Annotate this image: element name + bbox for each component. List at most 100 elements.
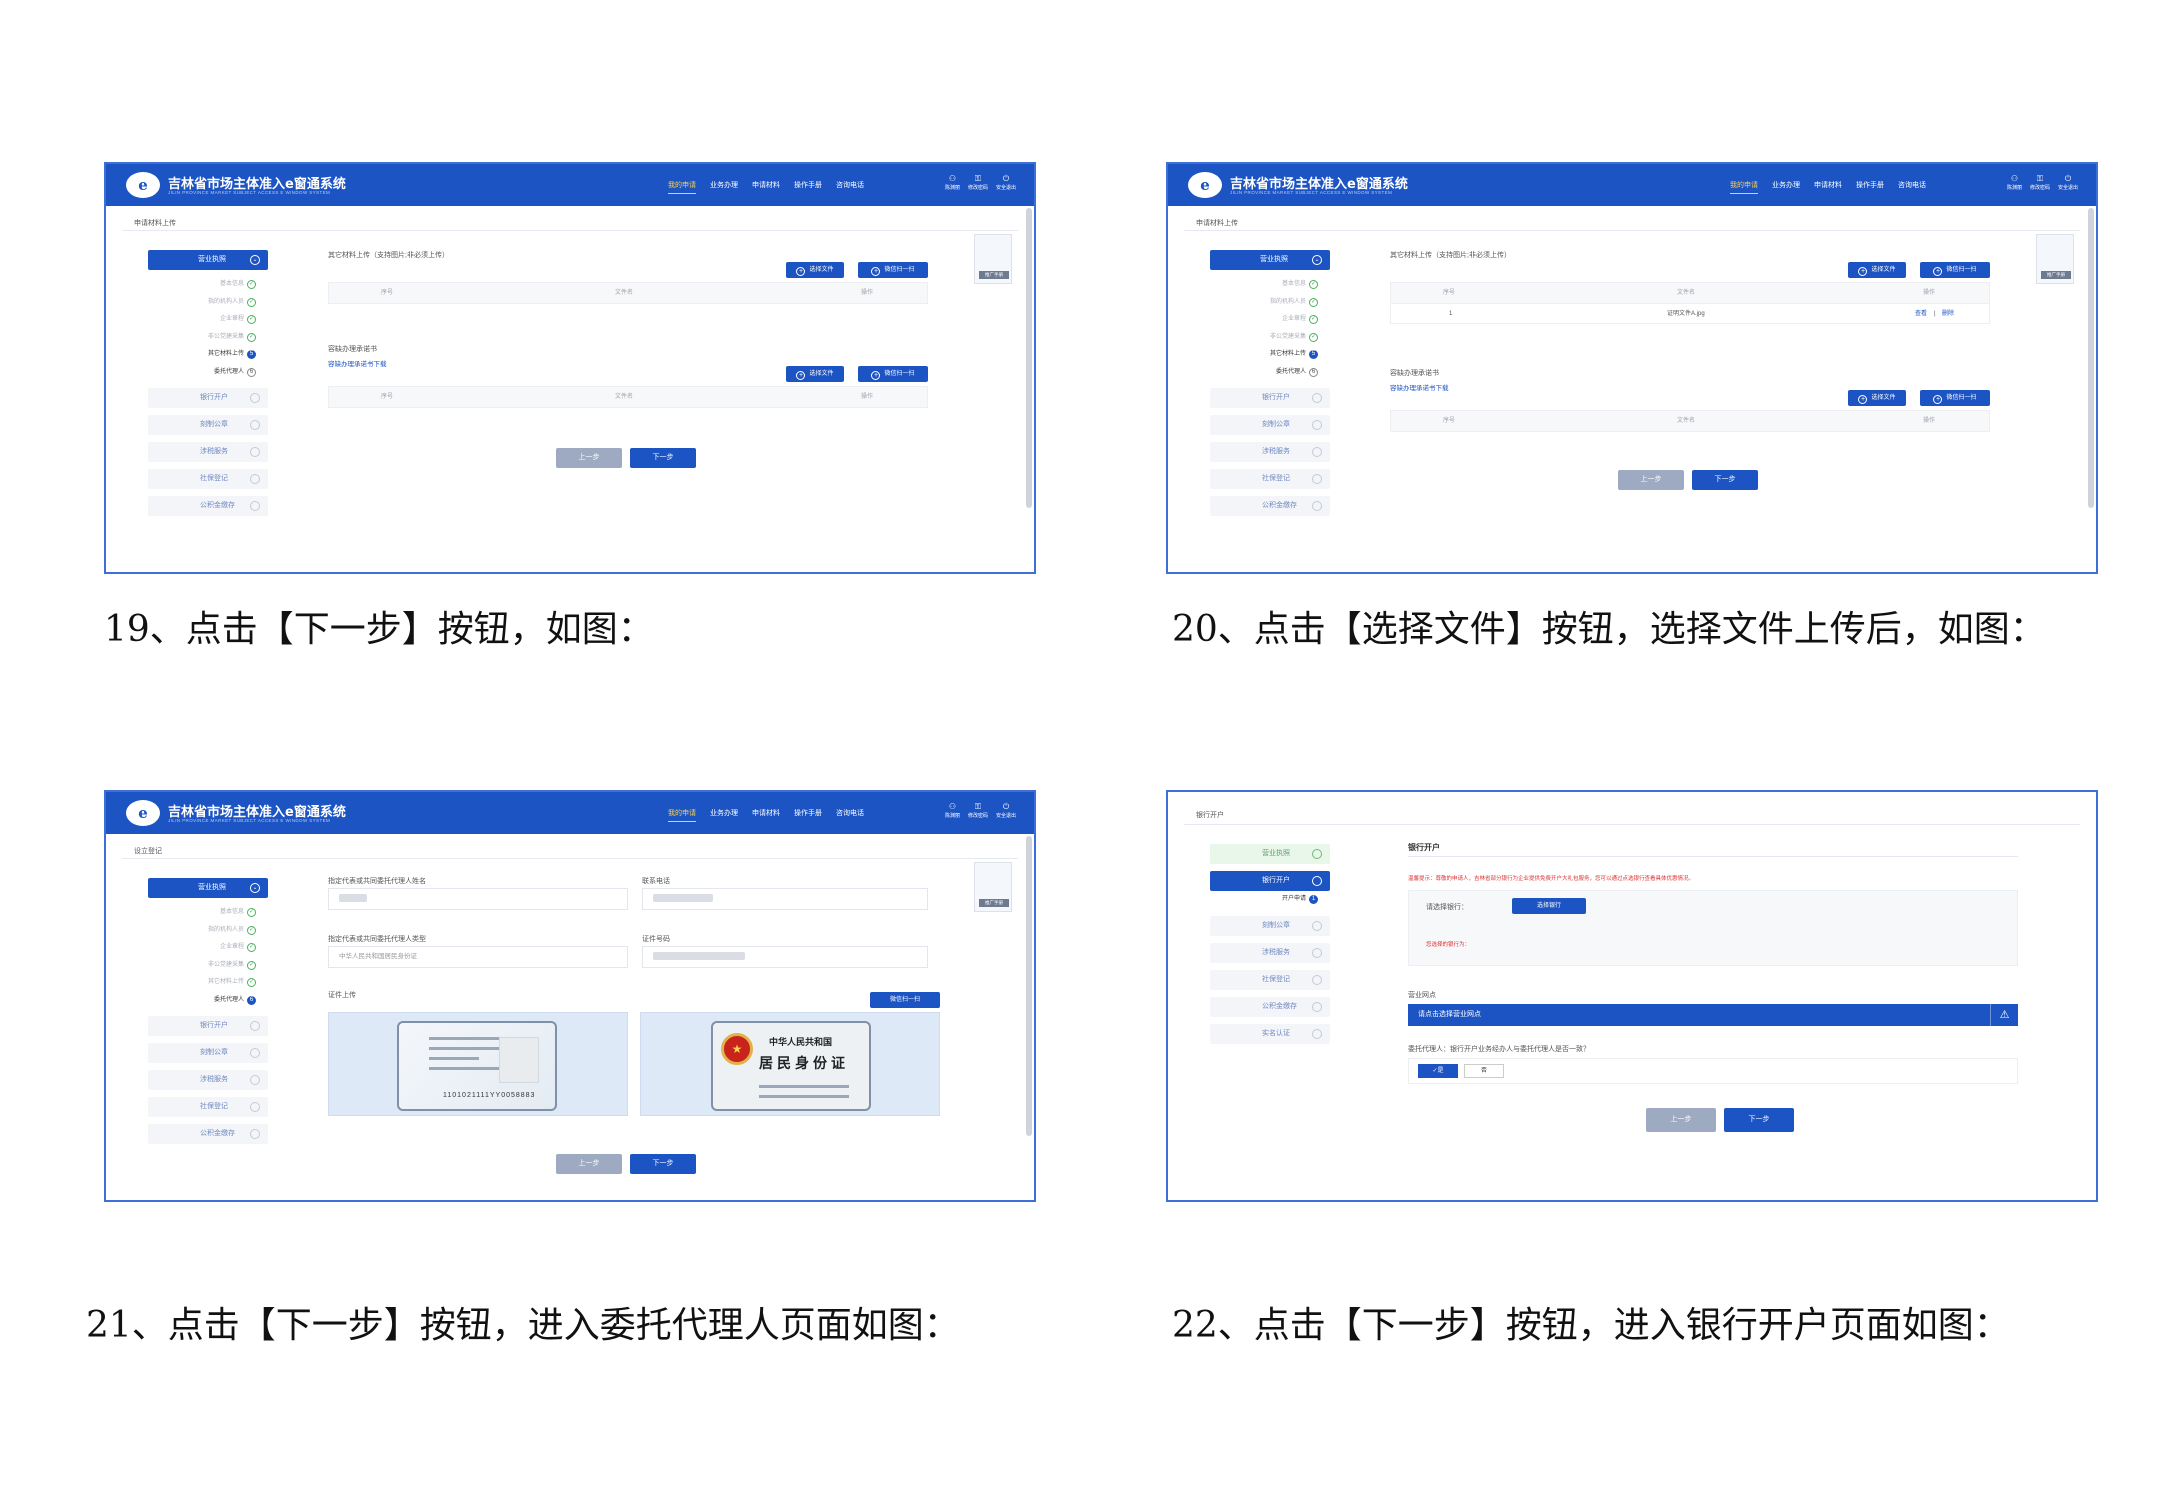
agent-type-select[interactable]: 中华人民共和国居民身份证 bbox=[328, 946, 628, 968]
nav-my-application[interactable]: 我的申请 bbox=[1730, 180, 1758, 194]
change-password[interactable]: ⚿ 修改密码 bbox=[968, 802, 988, 819]
sidebar-step-seal[interactable]: 刻制公章 bbox=[1210, 415, 1330, 435]
sidebar-step-tax[interactable]: 涉税服务 bbox=[1210, 942, 1330, 963]
commitment-download-link[interactable]: 容缺办理承诺书下载 bbox=[328, 358, 387, 368]
scrollbar[interactable] bbox=[2088, 208, 2094, 508]
sidebar-step-fund[interactable]: 公积金缴存 bbox=[148, 496, 268, 516]
sidebar-main-license[interactable]: 营业执照 ⌄ bbox=[148, 878, 268, 898]
radio-yes[interactable]: ✓是 bbox=[1418, 1064, 1458, 1078]
next-button[interactable]: 下一步 bbox=[1692, 470, 1758, 490]
nav-hotline[interactable]: 咨询电话 bbox=[836, 808, 864, 822]
sidebar-sub-party[interactable]: 非公党建采集 ✓ bbox=[148, 957, 268, 975]
nav-manual[interactable]: 操作手册 bbox=[794, 808, 822, 822]
sidebar-step-social[interactable]: 社保登记 bbox=[148, 1097, 268, 1117]
sidebar-sub-charter[interactable]: 企业章程 ✓ bbox=[148, 311, 268, 329]
phone-input[interactable] bbox=[642, 888, 928, 910]
branch-select[interactable]: 请点击选择营业网点 ⚠ bbox=[1408, 1004, 2018, 1026]
choose-file-button[interactable]: + 选择文件 bbox=[786, 366, 844, 382]
sidebar-sub-bank-apply[interactable]: 开户申请 1 bbox=[1210, 891, 1330, 909]
choose-file-button[interactable]: + 选择文件 bbox=[786, 262, 844, 278]
qr-thumbnail[interactable]: 推广手册 bbox=[974, 234, 1012, 284]
wechat-scan-button[interactable]: 微信扫一扫 bbox=[870, 992, 940, 1008]
view-link[interactable]: 查看 bbox=[1915, 304, 1927, 324]
scrollbar[interactable] bbox=[1026, 208, 1032, 508]
id-back-upload[interactable]: ★ 中华人民共和国 居民身份证 bbox=[640, 1012, 940, 1116]
sidebar-sub-charter[interactable]: 企业章程 ✓ bbox=[1210, 311, 1330, 329]
id-front-upload[interactable]: 1101021111YY0058883 bbox=[328, 1012, 628, 1116]
id-number-input[interactable] bbox=[642, 946, 928, 968]
prev-button[interactable]: 上一步 bbox=[1618, 470, 1684, 490]
nav-manual[interactable]: 操作手册 bbox=[794, 180, 822, 194]
nav-business[interactable]: 业务办理 bbox=[710, 180, 738, 194]
sidebar-sub-basic[interactable]: 基本信息 ✓ bbox=[148, 904, 268, 922]
nav-business[interactable]: 业务办理 bbox=[710, 808, 738, 822]
sidebar-sub-basic[interactable]: 基本信息 ✓ bbox=[148, 276, 268, 294]
next-button[interactable]: 下一步 bbox=[630, 1154, 696, 1174]
qr-thumbnail[interactable]: 推广手册 bbox=[974, 862, 1012, 912]
sidebar-step-bank[interactable]: 银行开户 bbox=[1210, 871, 1330, 891]
wechat-scan-button[interactable]: + 微信扫一扫 bbox=[858, 366, 928, 382]
qr-thumbnail[interactable]: 推广手册 bbox=[2036, 234, 2074, 284]
prev-button[interactable]: 上一步 bbox=[1646, 1108, 1716, 1132]
choose-bank-button[interactable]: 选择银行 bbox=[1512, 898, 1586, 914]
wechat-scan-button[interactable]: + 微信扫一扫 bbox=[858, 262, 928, 278]
nav-my-application[interactable]: 我的申请 bbox=[668, 808, 696, 822]
sidebar-step-seal[interactable]: 刻制公章 bbox=[148, 1043, 268, 1063]
next-button[interactable]: 下一步 bbox=[630, 448, 696, 468]
choose-file-button[interactable]: + 选择文件 bbox=[1848, 262, 1906, 278]
sidebar-step-tax[interactable]: 涉税服务 bbox=[148, 442, 268, 462]
sidebar-step-social[interactable]: 社保登记 bbox=[148, 469, 268, 489]
sidebar-step-seal[interactable]: 刻制公章 bbox=[148, 415, 268, 435]
sidebar-sub-staff[interactable]: 指的机构人员 ✓ bbox=[148, 294, 268, 312]
user-menu[interactable]: ⚇ 陈渊丽 bbox=[945, 174, 960, 191]
sidebar-step-tax[interactable]: 涉税服务 bbox=[1210, 442, 1330, 462]
agent-name-input[interactable] bbox=[328, 888, 628, 910]
nav-manual[interactable]: 操作手册 bbox=[1856, 180, 1884, 194]
sidebar-step-license[interactable]: 营业执照 bbox=[1210, 844, 1330, 864]
delete-link[interactable]: 删除 bbox=[1942, 304, 1954, 324]
scrollbar[interactable] bbox=[1026, 836, 1032, 1136]
nav-hotline[interactable]: 咨询电话 bbox=[1898, 180, 1926, 194]
sidebar-sub-agent[interactable]: 委托代理人 6 bbox=[148, 992, 268, 1010]
user-menu[interactable]: ⚇ 陈渊丽 bbox=[945, 802, 960, 819]
sidebar-step-fund[interactable]: 公积金缴存 bbox=[1210, 496, 1330, 516]
sidebar-sub-charter[interactable]: 企业章程 ✓ bbox=[148, 939, 268, 957]
nav-my-application[interactable]: 我的申请 bbox=[668, 180, 696, 194]
prev-button[interactable]: 上一步 bbox=[556, 1154, 622, 1174]
change-password[interactable]: ⚿ 修改密码 bbox=[2030, 174, 2050, 191]
wechat-scan-button[interactable]: + 微信扫一扫 bbox=[1920, 390, 1990, 406]
sidebar-sub-agent[interactable]: 委托代理人 6 bbox=[1210, 364, 1330, 382]
sidebar-main-license[interactable]: 营业执照 ⌄ bbox=[1210, 250, 1330, 270]
sidebar-step-social[interactable]: 社保登记 bbox=[1210, 469, 1330, 489]
prev-button[interactable]: 上一步 bbox=[556, 448, 622, 468]
nav-materials[interactable]: 申请材料 bbox=[1814, 180, 1842, 194]
sidebar-step-bank[interactable]: 银行开户 bbox=[148, 388, 268, 408]
sidebar-sub-other-materials[interactable]: 其它材料上传 ✓ bbox=[148, 974, 268, 992]
logout[interactable]: ⏻ 安全退出 bbox=[2058, 174, 2078, 191]
sidebar-step-social[interactable]: 社保登记 bbox=[1210, 969, 1330, 990]
wechat-scan-button[interactable]: + 微信扫一扫 bbox=[1920, 262, 1990, 278]
logout[interactable]: ⏻ 安全退出 bbox=[996, 802, 1016, 819]
sidebar-sub-party[interactable]: 非公党建采集 ✓ bbox=[1210, 329, 1330, 347]
sidebar-step-tax[interactable]: 涉税服务 bbox=[148, 1070, 268, 1090]
sidebar-step-seal[interactable]: 刻制公章 bbox=[1210, 915, 1330, 936]
sidebar-sub-staff[interactable]: 指的机构人员 ✓ bbox=[1210, 294, 1330, 312]
sidebar-sub-agent[interactable]: 委托代理人 6 bbox=[148, 364, 268, 382]
commitment-download-link[interactable]: 容缺办理承诺书下载 bbox=[1390, 382, 1449, 392]
sidebar-step-fund[interactable]: 公积金缴存 bbox=[1210, 996, 1330, 1017]
nav-hotline[interactable]: 咨询电话 bbox=[836, 180, 864, 194]
sidebar-sub-other-materials[interactable]: 其它材料上传 5 bbox=[148, 346, 268, 364]
nav-materials[interactable]: 申请材料 bbox=[752, 808, 780, 822]
sidebar-sub-basic[interactable]: 基本信息 ✓ bbox=[1210, 276, 1330, 294]
user-menu[interactable]: ⚇ 陈渊丽 bbox=[2007, 174, 2022, 191]
radio-no[interactable]: 否 bbox=[1464, 1064, 1504, 1078]
sidebar-step-bank[interactable]: 银行开户 bbox=[1210, 388, 1330, 408]
change-password[interactable]: ⚿ 修改密码 bbox=[968, 174, 988, 191]
choose-file-button[interactable]: + 选择文件 bbox=[1848, 390, 1906, 406]
nav-business[interactable]: 业务办理 bbox=[1772, 180, 1800, 194]
sidebar-main-license[interactable]: 营业执照 ⌄ bbox=[148, 250, 268, 270]
next-button[interactable]: 下一步 bbox=[1724, 1108, 1794, 1132]
sidebar-sub-other-materials[interactable]: 其它材料上传 5 bbox=[1210, 346, 1330, 364]
logout[interactable]: ⏻ 安全退出 bbox=[996, 174, 1016, 191]
sidebar-step-bank[interactable]: 银行开户 bbox=[148, 1016, 268, 1036]
